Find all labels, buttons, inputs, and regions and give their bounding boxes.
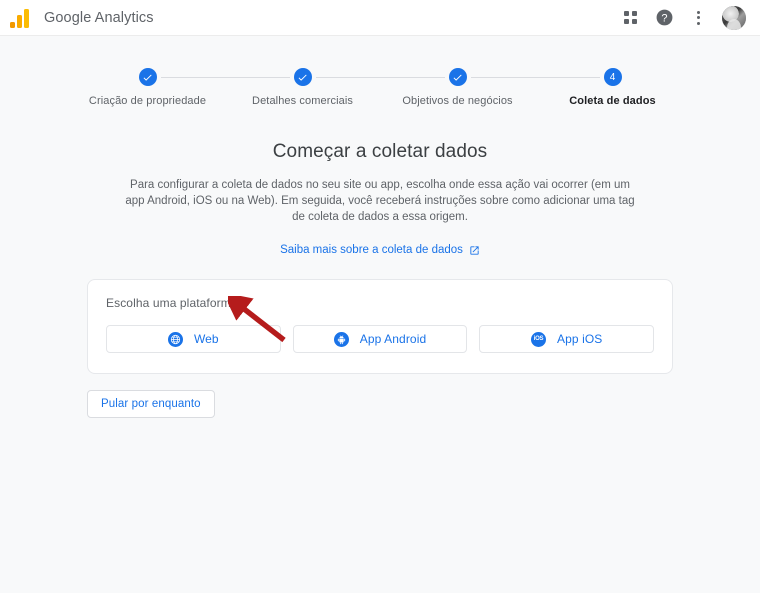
external-link-icon bbox=[469, 245, 480, 256]
skip-for-now-button[interactable]: Pular por enquanto bbox=[87, 390, 215, 418]
ios-icon: iOS bbox=[530, 331, 546, 347]
brand: Google Analytics bbox=[10, 8, 154, 28]
web-platform-label: Web bbox=[193, 332, 219, 346]
stepper-connector-2 bbox=[315, 77, 445, 78]
stepper-connector-1 bbox=[160, 77, 290, 78]
platform-card: Escolha uma plataforma Web App Android i… bbox=[87, 279, 673, 374]
google-analytics-logo bbox=[10, 8, 32, 28]
learn-more-label: Saiba mais sobre a coleta de dados bbox=[280, 244, 463, 256]
ios-icon-text: iOS bbox=[533, 336, 544, 342]
learn-more-row: Saiba mais sobre a coleta de dados bbox=[87, 240, 673, 258]
main-content: Começar a coletar dados Para configurar … bbox=[87, 107, 673, 418]
stepper-check-icon-1 bbox=[138, 68, 157, 86]
page-title: Começar a coletar dados bbox=[272, 141, 488, 162]
ios-platform-label: App iOS bbox=[556, 332, 603, 346]
web-platform-button[interactable]: Web bbox=[106, 325, 281, 353]
stepper-check-icon-3 bbox=[448, 68, 467, 86]
app-header: Google Analytics ? bbox=[0, 0, 760, 36]
ios-platform-button[interactable]: iOS App iOS bbox=[479, 325, 655, 353]
app-title: Google Analytics bbox=[44, 9, 154, 26]
page-description: Para configurar a coleta de dados no seu… bbox=[125, 179, 635, 223]
android-platform-label: App Android bbox=[359, 332, 427, 346]
stepper-step-3[interactable]: Objetivos de negócios bbox=[380, 68, 600, 107]
stepper-step-1[interactable]: Criação de propriedade bbox=[70, 68, 290, 107]
stepper-label-4: Coleta de dados bbox=[569, 95, 656, 107]
platform-card-label: Escolha uma plataforma bbox=[106, 296, 238, 310]
svg-text:?: ? bbox=[661, 12, 667, 24]
avatar[interactable] bbox=[722, 5, 746, 30]
help-icon[interactable]: ? bbox=[654, 8, 674, 28]
platform-options-row: Web App Android iOS App iOS bbox=[106, 325, 655, 353]
globe-icon bbox=[167, 331, 183, 347]
header-actions: ? bbox=[620, 5, 746, 30]
android-icon bbox=[333, 331, 349, 347]
setup-stepper: Criação de propriedade Detalhes comercia… bbox=[70, 68, 690, 107]
apps-grid-icon[interactable] bbox=[620, 8, 640, 28]
stepper-step-2[interactable]: Detalhes comerciais bbox=[225, 68, 445, 107]
stepper-number-4: 4 bbox=[603, 68, 622, 86]
stepper-label-3: Objetivos de negócios bbox=[402, 95, 513, 107]
stepper-label-2: Detalhes comerciais bbox=[252, 95, 353, 107]
stepper-connector-3 bbox=[470, 77, 600, 78]
page-body: Criação de propriedade Detalhes comercia… bbox=[0, 36, 760, 593]
more-options-icon[interactable] bbox=[688, 8, 708, 28]
learn-more-link[interactable]: Saiba mais sobre a coleta de dados bbox=[280, 244, 480, 256]
stepper-label-1: Criação de propriedade bbox=[88, 95, 207, 107]
skip-row: Pular por enquanto bbox=[87, 390, 673, 418]
stepper-check-icon-2 bbox=[293, 68, 312, 86]
stepper-step-4[interactable]: 4 Coleta de dados bbox=[535, 68, 690, 107]
android-platform-button[interactable]: App Android bbox=[292, 325, 468, 353]
